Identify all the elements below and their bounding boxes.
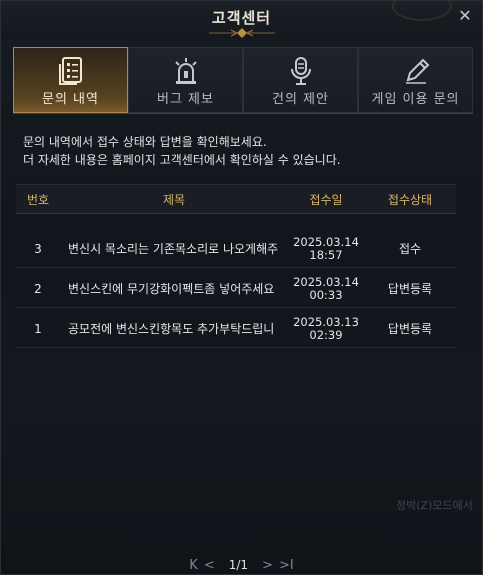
tab-divider [13, 113, 473, 114]
tab-label: 건의 제안 [272, 92, 329, 107]
tab-label: 문의 내역 [42, 92, 99, 107]
row-subject: 공모전에 변신스킨항목도 추가부탁드립니 [68, 322, 275, 336]
table-row[interactable]: 2 변신스킨에 무기강화이펙트좀 넣어주세요 2025.03.14 00:33 … [16, 270, 456, 308]
row-status: 접수 [398, 242, 422, 256]
microphone-icon [244, 56, 357, 86]
pencil-icon [359, 56, 472, 86]
first-page-button[interactable]: K [189, 558, 198, 573]
row-date-day: 2025.03.14 [293, 234, 359, 249]
title-ornament-icon [209, 28, 275, 38]
title-bar: 고객센터 ✕ [1, 0, 482, 39]
row-status: 답변등록 [387, 282, 433, 296]
row-date: 2025.03.14 18:57 [288, 234, 364, 262]
table-row[interactable]: 1 공모전에 변신스킨항목도 추가부탁드립니 2025.03.13 02:39 … [16, 310, 456, 348]
row-date-time: 00:33 [309, 287, 343, 302]
row-status: 답변등록 [387, 322, 433, 336]
last-page-button[interactable]: >I [279, 558, 294, 573]
close-button[interactable]: ✕ [456, 7, 474, 25]
description-line-2: 더 자세한 내용은 홈페이지 고객센터에서 확인하실 수 있습니다. [23, 153, 341, 167]
prev-page-button[interactable]: < [204, 558, 215, 573]
siren-icon [129, 56, 242, 86]
row-number: 3 [34, 241, 42, 256]
pagination: K < 1/1 > >I [1, 555, 482, 575]
row-date: 2025.03.13 02:39 [288, 314, 364, 342]
description-line-1: 문의 내역에서 접수 상태와 답변을 확인해보세요. [23, 135, 267, 149]
row-date-day: 2025.03.14 [293, 274, 359, 289]
table-row[interactable]: 3 변신시 목소리는 기존목소리로 나오게해주 2025.03.14 18:57… [16, 230, 456, 268]
row-subject: 변신스킨에 무기강화이펙트좀 넣어주세요 [68, 282, 275, 296]
inquiry-table: 번호 제목 접수일 접수상태 3 변신시 목소리는 기존목소리로 나오게해주 2… [16, 184, 456, 348]
tab-bug-report[interactable]: 버그 제보 [128, 47, 243, 113]
window-title: 고객센터 [211, 9, 272, 27]
next-page-button[interactable]: > [262, 558, 273, 573]
header-status: 접수상태 [387, 192, 433, 207]
tab-bar: 문의 내역 버그 제보 건의 제안 게임 이용 문의 [13, 47, 473, 113]
description: 문의 내역에서 접수 상태와 답변을 확인해보세요. 더 자세한 내용은 홈페이… [23, 133, 463, 169]
row-date-time: 18:57 [309, 247, 343, 262]
row-number: 1 [34, 321, 42, 336]
header-date: 접수일 [309, 192, 343, 207]
table-header: 번호 제목 접수일 접수상태 [16, 184, 456, 214]
row-date-day: 2025.03.13 [293, 314, 359, 329]
background-hint-text: 정박(Z)모드에서 [396, 499, 473, 512]
row-date-time: 02:39 [309, 327, 343, 342]
header-subject: 제목 [162, 192, 186, 207]
customer-center-window: 고객센터 ✕ 문의 내역 버그 제보 건의 제안 게임 이용 문의 문의 내역에… [0, 0, 483, 575]
tab-inquiry-history[interactable]: 문의 내역 [13, 47, 128, 113]
row-subject: 변신시 목소리는 기존목소리로 나오게해주 [68, 242, 279, 256]
tab-suggestion[interactable]: 건의 제안 [243, 47, 358, 113]
close-icon: ✕ [458, 6, 472, 25]
row-date: 2025.03.14 00:33 [288, 274, 364, 302]
header-number: 번호 [26, 192, 50, 207]
document-list-icon [14, 56, 127, 86]
page-indicator: 1/1 [228, 558, 249, 572]
tab-label: 게임 이용 문의 [371, 92, 460, 107]
tab-game-inquiry[interactable]: 게임 이용 문의 [358, 47, 473, 113]
tab-label: 버그 제보 [157, 92, 214, 107]
row-number: 2 [34, 281, 42, 296]
